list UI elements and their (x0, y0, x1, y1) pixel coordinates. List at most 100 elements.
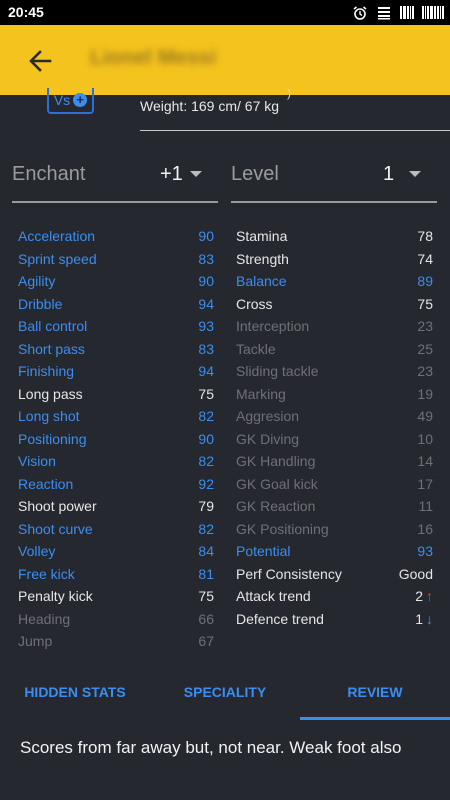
stat-row: Penalty kick 75 (18, 588, 214, 611)
arrow-left-icon[interactable] (22, 47, 58, 75)
stat-name: Stamina (236, 228, 288, 244)
level-value: 1 (383, 163, 395, 185)
enchant-value: +1 (160, 163, 183, 185)
stat-row: Vision 82 (18, 453, 214, 476)
stat-name: Strength (236, 250, 289, 267)
stat-row: Potential 93 (236, 543, 433, 566)
review-text: Scores from far away but, not near. Weak… (20, 738, 402, 757)
stat-value: 83 (198, 250, 214, 267)
stat-name: Ball control (18, 318, 88, 334)
stat-row: Agility 90 (18, 273, 214, 296)
stat-value: 17 (417, 475, 433, 492)
stat-row: Long shot 82 (18, 408, 214, 431)
trait-value: 2 ↑ (415, 588, 433, 604)
stat-name: Long pass (18, 385, 83, 402)
stat-name: Vision (18, 453, 56, 469)
stat-name: Interception (236, 318, 310, 334)
stat-row: Short pass 83 (18, 341, 214, 364)
stat-name: Volley (18, 543, 56, 559)
stat-value: 92 (198, 475, 214, 492)
stat-row: Balance 89 (236, 273, 433, 296)
stat-name: Reaction (18, 475, 74, 492)
stat-row: Stamina 78 (236, 228, 433, 251)
stat-row: Acceleration 90 (18, 228, 214, 251)
stat-value: 75 (198, 588, 214, 604)
stat-value: 66 (198, 610, 214, 627)
stat-name: Shoot power (18, 498, 97, 514)
stat-row: Positioning 90 (18, 431, 214, 454)
stat-value: 84 (198, 543, 214, 559)
level-label: Level (231, 163, 279, 185)
status-bar: 20:45 (0, 0, 450, 25)
stat-name: GK Positioning (236, 520, 329, 537)
stat-name: Short pass (18, 340, 85, 357)
stat-value: 90 (198, 228, 214, 244)
trait-value: 1 ↓ (415, 611, 433, 627)
stat-value: 81 (198, 565, 214, 582)
stat-value: 11 (418, 498, 433, 514)
stat-row: Jump 67 (18, 633, 214, 656)
stat-row: Free kick 81 (18, 566, 214, 589)
stat-row: Heading 66 (18, 611, 214, 634)
trait-name: Perf Consistency (236, 565, 342, 582)
stat-value: 82 (198, 408, 214, 424)
stat-row: GK Reaction 11 (236, 498, 433, 521)
divider (140, 130, 450, 131)
stat-name: Tackle (236, 340, 276, 357)
stat-value: 23 (417, 318, 433, 334)
stat-value: 19 (417, 385, 433, 402)
stat-name: GK Handling (236, 453, 316, 469)
level-select[interactable]: Level 1 (231, 157, 437, 203)
stat-row: Tackle 25 (236, 341, 433, 364)
stat-name: Long shot (18, 408, 80, 424)
plus-icon: + (73, 93, 88, 107)
compare-button[interactable]: Vs + (47, 88, 94, 114)
trait-row: Perf Consistency Good (236, 566, 433, 589)
stat-name: GK Goal kick (236, 475, 318, 492)
stat-value: 75 (198, 385, 214, 402)
stat-name: Penalty kick (18, 588, 93, 604)
trait-value-text: 1 (415, 610, 423, 627)
stat-value: 83 (198, 340, 214, 357)
stat-row: GK Handling 14 (236, 453, 433, 476)
tab-speciality[interactable]: SPECIALITY (150, 672, 300, 720)
stat-row: Interception 23 (236, 318, 433, 341)
info-paren: ) (287, 86, 291, 100)
chevron-down-icon (409, 171, 421, 177)
stat-row: Aggresion 49 (236, 408, 433, 431)
stat-value: 82 (198, 453, 214, 469)
stat-value: 23 (417, 363, 433, 379)
stat-value: 94 (198, 363, 214, 379)
stat-row: Reaction 92 (18, 476, 214, 499)
tab-hidden-stats[interactable]: HIDDEN STATS (0, 672, 150, 720)
stat-value: 74 (417, 250, 433, 267)
stat-row: GK Diving 10 (236, 431, 433, 454)
stat-row: Volley 84 (18, 543, 214, 566)
stat-value: 90 (198, 430, 214, 447)
stat-row: Cross 75 (236, 296, 433, 319)
status-icons (352, 5, 444, 20)
trait-row: Attack trend 2 ↑ (236, 588, 433, 611)
stat-value: 16 (417, 520, 433, 537)
trait-value: Good (399, 566, 433, 582)
stat-value: 75 (417, 295, 433, 312)
stat-row: Long pass 75 (18, 386, 214, 409)
tab-bar: HIDDEN STATS SPECIALITY REVIEW (0, 672, 450, 720)
stat-name: Sliding tackle (236, 363, 319, 379)
stat-value: 49 (417, 408, 433, 424)
barcode-icon (400, 6, 414, 19)
barcode-icon (422, 6, 444, 19)
stat-value: 67 (198, 633, 214, 649)
stat-row: Finishing 94 (18, 363, 214, 386)
stat-value: 14 (417, 453, 433, 469)
app-bar: Lionel Messi (0, 25, 450, 95)
arrow-up-icon: ↑ (426, 588, 433, 604)
vs-label: Vs (53, 92, 71, 108)
stat-row: Strength 74 (236, 251, 433, 274)
tab-review[interactable]: REVIEW (300, 672, 450, 720)
enchant-select[interactable]: Enchant +1 (12, 157, 218, 203)
alarm-icon (353, 5, 367, 20)
stat-row: Sliding tackle 23 (236, 363, 433, 386)
stat-name: Positioning (18, 430, 87, 447)
arrow-down-icon: ↓ (426, 610, 433, 627)
